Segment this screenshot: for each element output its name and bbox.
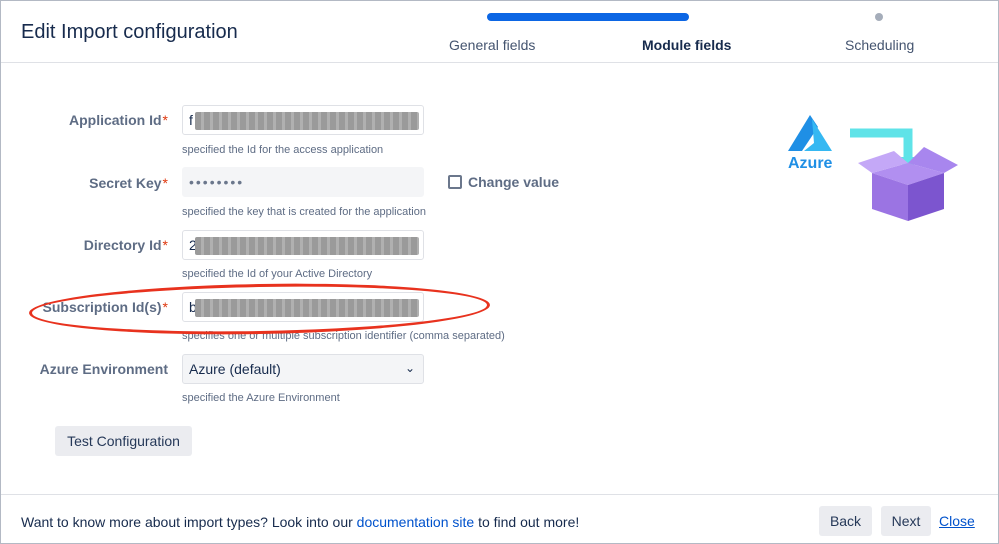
application-id-label: Application Id* [69, 112, 168, 128]
azure-import-illustration: Azure [784, 111, 964, 223]
directory-id-input[interactable]: 2 [182, 230, 424, 260]
application-id-input[interactable]: f [182, 105, 424, 135]
azure-environment-label: Azure Environment [39, 361, 168, 377]
redacted-value [195, 237, 419, 255]
required-marker: * [162, 175, 168, 191]
change-value-checkbox[interactable] [448, 175, 462, 189]
application-id-label-text: Application Id [68, 112, 162, 128]
directory-id-help: specified the Id of your Active Director… [182, 268, 373, 280]
directory-id-label: Directory Id* [84, 237, 168, 253]
next-button[interactable]: Next [881, 506, 931, 536]
import-configuration-dialog: Edit Import configuration General fields… [0, 0, 999, 544]
directory-id-label-text: Directory Id [83, 237, 162, 253]
footer-text-before: Want to know more about import types? Lo… [21, 514, 357, 530]
required-marker: * [162, 237, 168, 253]
subscription-ids-label: Subscription Id(s)* [43, 299, 168, 315]
subscription-ids-input[interactable]: b [182, 292, 424, 322]
dialog-footer: Want to know more about import types? Lo… [1, 494, 998, 544]
footer-text-after: to find out more! [474, 514, 580, 530]
dialog-header: Edit Import configuration General fields… [1, 1, 998, 63]
azure-environment-help: specified the Azure Environment [182, 392, 340, 404]
change-value-option[interactable]: Change value [448, 174, 559, 190]
back-button[interactable]: Back [819, 506, 872, 536]
secret-key-help: specified the key that is created for th… [182, 206, 426, 218]
required-marker: * [162, 299, 168, 315]
documentation-link[interactable]: documentation site [357, 514, 475, 530]
subscription-ids-label-text: Subscription Id(s) [42, 299, 162, 315]
secret-key-label-text: Secret Key [89, 175, 162, 191]
footer-help-text: Want to know more about import types? Lo… [21, 514, 579, 530]
chevron-down-icon: ⌄ [404, 361, 415, 375]
subscription-ids-help: specifies one or multiple subscription i… [182, 330, 505, 342]
step-scheduling[interactable]: Scheduling [845, 37, 914, 53]
step-module-fields[interactable]: Module fields [642, 37, 731, 53]
change-value-label[interactable]: Change value [468, 174, 559, 190]
step-indicator-dot [875, 13, 883, 21]
application-id-help: specified the Id for the access applicat… [182, 144, 384, 156]
redacted-value [195, 112, 419, 130]
azure-label: Azure [788, 155, 833, 172]
required-marker: * [162, 112, 168, 128]
progress-bar [487, 13, 689, 21]
dialog-title: Edit Import configuration [21, 21, 238, 43]
azure-environment-select[interactable]: Azure (default) ⌄ [182, 354, 424, 384]
close-link[interactable]: Close [939, 513, 975, 529]
application-id-value: f [189, 112, 193, 128]
redacted-value [195, 299, 419, 317]
secret-key-input[interactable]: •••••••• [182, 167, 424, 197]
azure-environment-value: Azure (default) [189, 361, 281, 377]
test-configuration-button[interactable]: Test Configuration [55, 426, 192, 456]
secret-key-label: Secret Key* [89, 175, 168, 191]
step-general-fields[interactable]: General fields [449, 37, 535, 53]
